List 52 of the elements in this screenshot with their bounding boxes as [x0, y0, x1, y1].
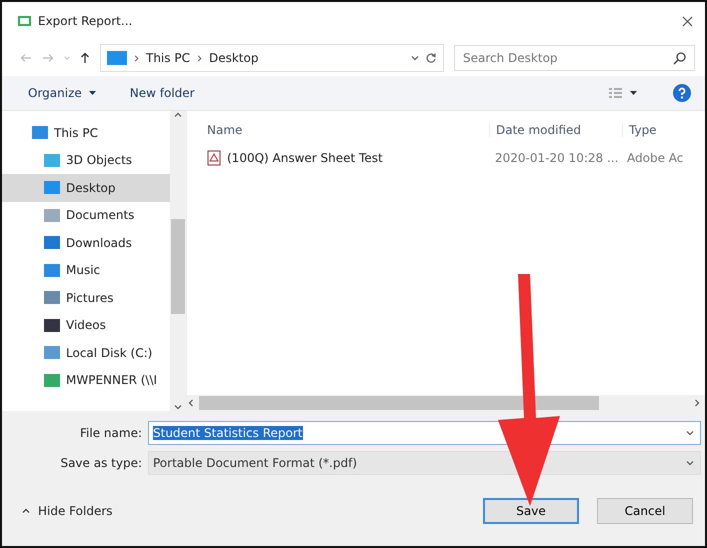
column-header[interactable]: Date modified [489, 123, 623, 137]
chevron-icon[interactable] [196, 54, 203, 62]
column-header[interactable]: Name [187, 123, 489, 137]
dropdown-icon[interactable] [411, 54, 419, 62]
dropdown-icon[interactable] [686, 429, 694, 437]
chevron-up-icon [22, 506, 30, 514]
sidebar-item[interactable]: Desktop [2, 174, 170, 202]
save-type-dropdown[interactable]: Portable Document Format (*.pdf) [148, 451, 701, 475]
hide-folders-button[interactable]: Hide Folders [22, 504, 113, 518]
search-field[interactable]: Search Desktop [454, 45, 695, 71]
close-icon[interactable] [682, 16, 693, 26]
window-title: Export Report... [38, 14, 132, 28]
breadcrumb[interactable]: This PC [146, 51, 190, 65]
scroll-right-icon[interactable] [693, 399, 701, 407]
scroll-left-icon[interactable] [187, 399, 195, 407]
view-options-icon[interactable] [609, 87, 639, 99]
breadcrumb[interactable]: Desktop [208, 51, 258, 65]
cancel-button[interactable]: Cancel [597, 498, 693, 524]
sidebar-item[interactable]: This PC [2, 119, 170, 146]
vertical-scrollbar[interactable] [170, 111, 186, 411]
address-bar[interactable]: This PC Desktop [100, 44, 444, 72]
help-icon[interactable] [673, 84, 691, 102]
file-name-field[interactable]: Student Statistics Report [148, 421, 701, 445]
sidebar-item[interactable]: Videos [2, 312, 170, 339]
sidebar-item[interactable]: Pictures [2, 284, 170, 312]
monitor-icon [107, 51, 127, 65]
save-button[interactable]: Save [483, 498, 579, 524]
pdf-file-icon [207, 150, 221, 166]
file-date: 2020-01-20 10:28 ... [494, 151, 620, 165]
window-icon [18, 15, 32, 27]
sidebar-item[interactable]: Local Disk (C:) [2, 339, 170, 366]
column-header[interactable]: Type [623, 123, 657, 137]
sidebar-item[interactable]: 3D Objects [2, 146, 170, 174]
sidebar-item[interactable]: Documents [2, 202, 170, 229]
scroll-down-icon[interactable] [174, 403, 182, 411]
sidebar-item[interactable]: Music [2, 256, 170, 284]
sidebar-item[interactable]: MWPENNER (\\I [2, 366, 170, 394]
search-icon [673, 51, 687, 65]
chevron-icon[interactable] [133, 54, 140, 62]
sidebar-item[interactable]: Downloads [2, 229, 170, 256]
caret-icon[interactable] [88, 91, 96, 96]
file-name[interactable]: (100Q) Answer Sheet Test [227, 151, 383, 165]
file-name-label: File name: [79, 426, 142, 440]
new-folder-button[interactable]: New folder [130, 86, 195, 100]
file-type: Adobe Ac [626, 151, 684, 165]
save-type-label: Save as type: [59, 456, 142, 470]
scroll-up-icon[interactable] [174, 111, 182, 119]
horizontal-scrollbar[interactable] [187, 395, 705, 411]
up-arrow-icon[interactable] [80, 52, 90, 64]
dropdown-icon[interactable] [686, 459, 694, 467]
organize-menu[interactable]: Organize [28, 86, 96, 100]
refresh-icon[interactable] [425, 52, 437, 64]
